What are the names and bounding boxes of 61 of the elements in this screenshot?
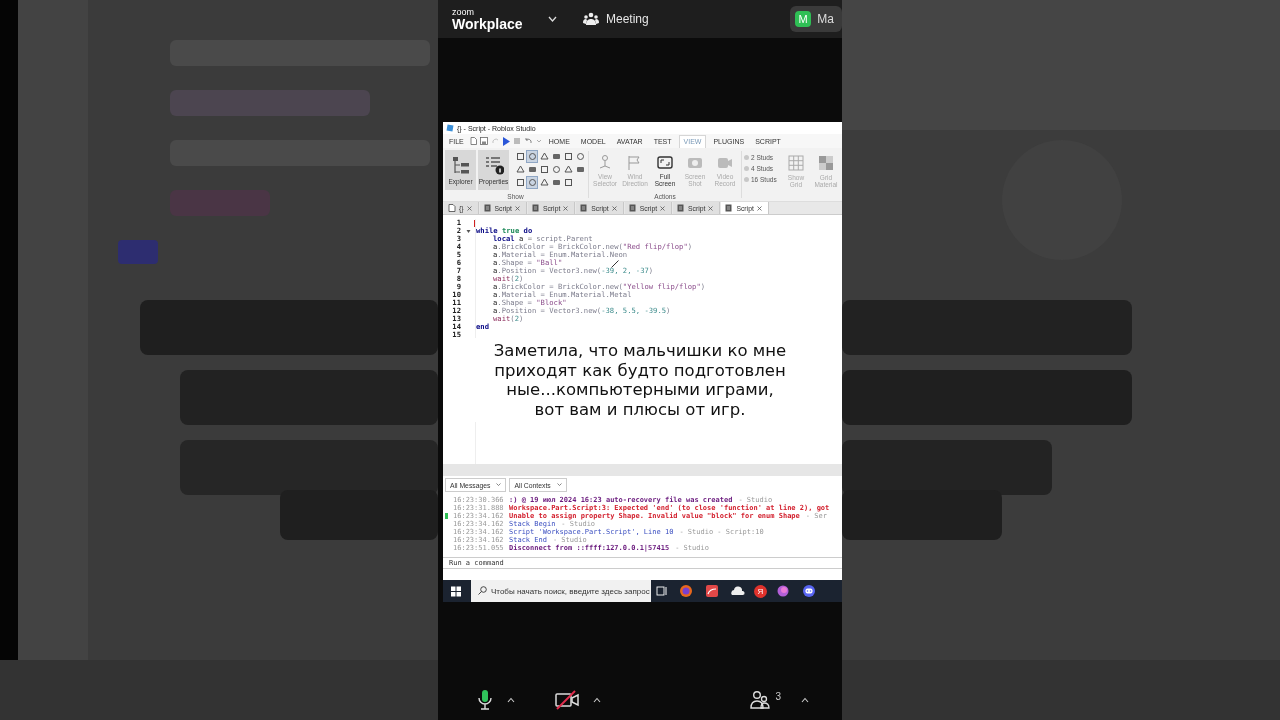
save-icon[interactable] xyxy=(479,137,488,145)
chevron-down-icon xyxy=(556,483,562,487)
properties-icon xyxy=(483,155,504,175)
fullscreen-icon xyxy=(656,154,674,171)
script-icon xyxy=(580,204,589,212)
stop-icon xyxy=(512,137,521,145)
people-icon xyxy=(583,12,599,26)
pen-cursor-icon xyxy=(611,260,619,268)
chevron-down-icon[interactable] xyxy=(548,16,557,22)
tool-button[interactable] xyxy=(562,163,574,176)
close-icon[interactable] xyxy=(611,205,617,211)
chevron-up-icon[interactable] xyxy=(593,697,601,703)
tool-button[interactable] xyxy=(514,150,526,163)
search-field[interactable]: Чтобы начать поиск, введите здесь запрос xyxy=(471,580,651,602)
chevron-up-icon[interactable] xyxy=(801,697,809,703)
tool-button[interactable] xyxy=(538,176,550,189)
fold-icon[interactable] xyxy=(466,228,471,234)
avatar-initial: M xyxy=(795,11,812,27)
tree-icon xyxy=(450,155,471,175)
tool-button[interactable] xyxy=(562,150,574,163)
video-camera-icon[interactable] xyxy=(555,690,579,710)
script-icon xyxy=(725,204,734,212)
tool-button[interactable] xyxy=(514,176,526,189)
user-pill[interactable]: M Ма xyxy=(790,6,842,32)
studio-logo-icon xyxy=(446,124,454,132)
script-icon xyxy=(483,204,492,212)
close-icon[interactable] xyxy=(563,205,569,211)
browser-icon[interactable]: Я xyxy=(754,584,767,598)
checker-icon xyxy=(817,154,835,172)
tool-button[interactable] xyxy=(514,163,526,176)
close-icon[interactable] xyxy=(708,205,714,211)
close-icon[interactable] xyxy=(466,205,472,211)
tool-button[interactable] xyxy=(550,163,562,176)
participants-icon[interactable] xyxy=(750,690,771,710)
chevron-down-icon xyxy=(496,483,502,487)
new-file-icon[interactable] xyxy=(469,137,477,145)
close-icon[interactable] xyxy=(514,205,520,211)
user-name: Ма xyxy=(817,12,834,26)
tool-button[interactable] xyxy=(526,150,538,163)
script-icon xyxy=(531,204,540,212)
microphone-icon[interactable] xyxy=(477,689,493,711)
tool-button[interactable] xyxy=(538,163,550,176)
tool-button[interactable] xyxy=(562,176,574,189)
play-icon[interactable] xyxy=(501,136,510,146)
close-icon[interactable] xyxy=(756,205,762,211)
file-icon xyxy=(448,204,456,212)
script-icon xyxy=(628,204,637,212)
undo-icon[interactable] xyxy=(523,137,533,145)
participant-count: 3 xyxy=(775,691,781,702)
close-icon[interactable] xyxy=(660,205,666,211)
redo-icon xyxy=(490,137,499,145)
chevron-up-icon[interactable] xyxy=(507,697,515,703)
search-icon xyxy=(478,586,487,595)
script-icon xyxy=(677,204,686,212)
grid-icon xyxy=(787,154,805,172)
brand-name: Workplace xyxy=(452,16,524,31)
tool-button[interactable] xyxy=(538,150,550,163)
tool-button[interactable] xyxy=(574,150,586,163)
meeting-label[interactable]: Meeting xyxy=(606,12,649,26)
brand-name: zoom xyxy=(452,7,475,17)
tool-button[interactable] xyxy=(526,176,538,189)
